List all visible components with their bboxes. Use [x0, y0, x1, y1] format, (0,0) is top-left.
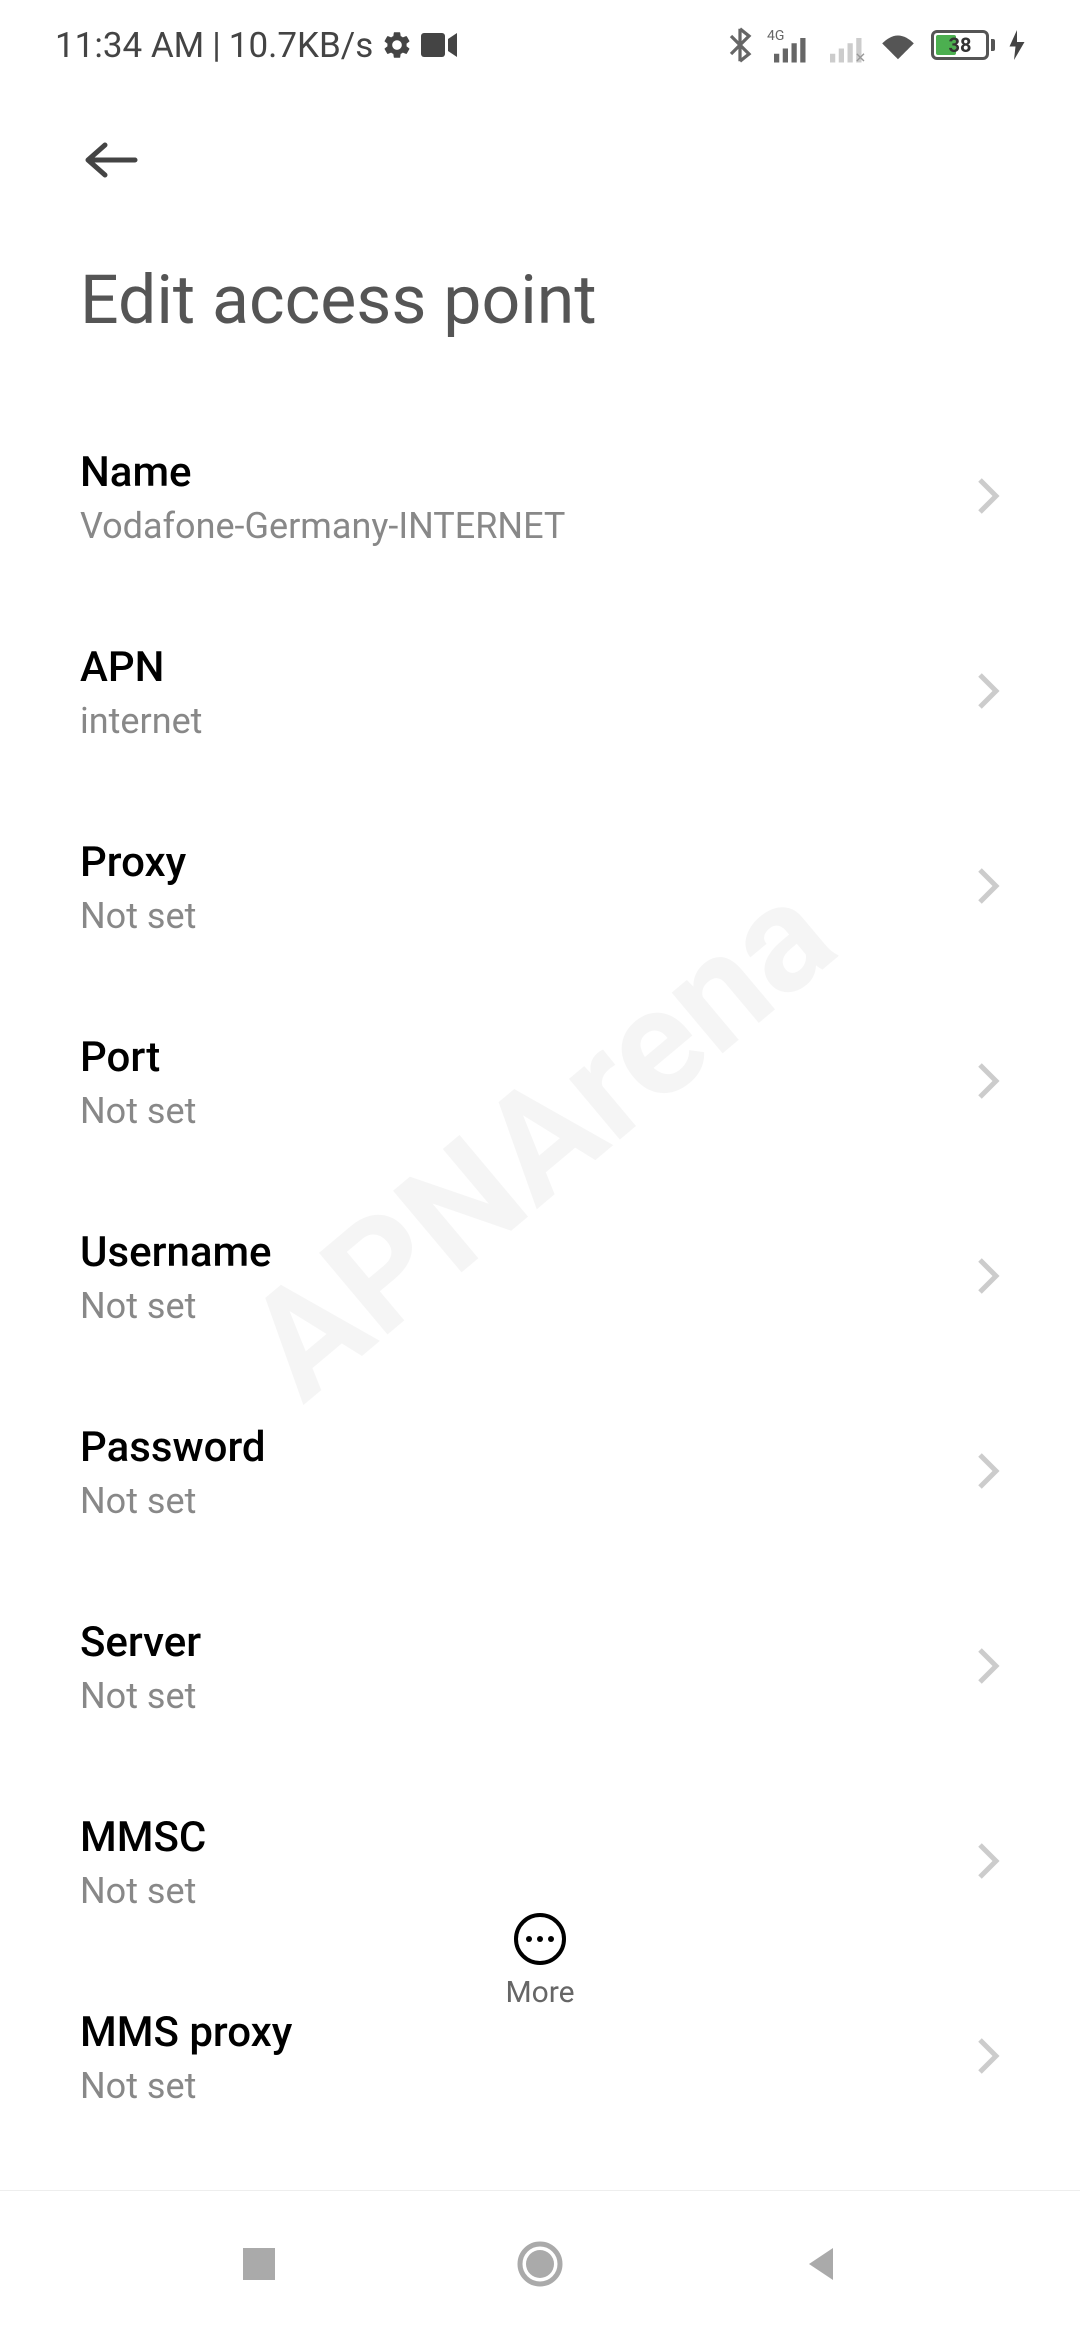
back-button[interactable]: [80, 140, 140, 200]
settings-item-name[interactable]: Name Vodafone-Germany-INTERNET: [80, 400, 1000, 595]
signal-4g-icon: 4G: [767, 27, 809, 63]
battery-percent: 38: [934, 33, 986, 57]
video-camera-icon: [421, 32, 457, 58]
chevron-right-icon: [976, 866, 1000, 910]
settings-item-proxy[interactable]: Proxy Not set: [80, 790, 1000, 985]
settings-item-password[interactable]: Password Not set: [80, 1375, 1000, 1570]
status-separator: |: [212, 25, 221, 66]
settings-value: Not set: [80, 2065, 976, 2107]
settings-label: APN: [80, 643, 976, 692]
more-label: More: [505, 1975, 574, 2010]
settings-label: MMSC: [80, 1813, 976, 1862]
signal-no-sim-icon: ✕: [823, 27, 865, 63]
settings-item-apn[interactable]: APN internet: [80, 595, 1000, 790]
settings-label: MMS proxy: [80, 2008, 976, 2057]
settings-label: Name: [80, 448, 976, 497]
settings-list: Name Vodafone-Germany-INTERNET APN inter…: [0, 400, 1080, 2155]
chevron-right-icon: [976, 1841, 1000, 1885]
chevron-right-icon: [976, 1451, 1000, 1495]
settings-label: Username: [80, 1228, 976, 1277]
settings-value: internet: [80, 700, 976, 742]
nav-back-button[interactable]: [801, 2244, 841, 2288]
header: Edit access point: [0, 90, 1080, 400]
settings-item-server[interactable]: Server Not set: [80, 1570, 1000, 1765]
settings-value: Not set: [80, 1675, 976, 1717]
charging-icon: [1009, 30, 1025, 60]
settings-value: Not set: [80, 895, 976, 937]
chevron-right-icon: [976, 671, 1000, 715]
status-left: 11:34 AM | 10.7KB/s: [55, 25, 457, 66]
settings-label: Server: [80, 1618, 976, 1667]
nav-recent-button[interactable]: [239, 2244, 279, 2288]
chevron-right-icon: [976, 1061, 1000, 1105]
settings-label: Password: [80, 1423, 976, 1472]
more-icon: [514, 1913, 566, 1965]
svg-text:✕: ✕: [855, 51, 866, 64]
status-time: 11:34 AM: [55, 25, 204, 66]
status-data-rate: 10.7KB/s: [229, 25, 374, 66]
bluetooth-icon: [727, 27, 753, 63]
settings-value: Not set: [80, 1285, 976, 1327]
chevron-right-icon: [976, 2036, 1000, 2080]
chevron-right-icon: [976, 476, 1000, 520]
settings-item-username[interactable]: Username Not set: [80, 1180, 1000, 1375]
status-bar: 11:34 AM | 10.7KB/s 4G: [0, 0, 1080, 90]
nav-home-button[interactable]: [516, 2240, 564, 2292]
settings-value: Not set: [80, 1090, 976, 1132]
page-title: Edit access point: [80, 260, 1000, 340]
navigation-bar: [0, 2190, 1080, 2340]
settings-value: Vodafone-Germany-INTERNET: [80, 505, 976, 547]
settings-value: Not set: [80, 1870, 976, 1912]
chevron-right-icon: [976, 1256, 1000, 1300]
settings-gear-icon: [381, 29, 413, 61]
settings-value: Not set: [80, 1480, 976, 1522]
settings-label: Proxy: [80, 838, 976, 887]
bottom-action-bar: More: [0, 1913, 1080, 2010]
more-button[interactable]: More: [505, 1913, 574, 2010]
chevron-right-icon: [976, 1646, 1000, 1690]
wifi-icon: [879, 29, 917, 61]
settings-item-port[interactable]: Port Not set: [80, 985, 1000, 1180]
svg-text:4G: 4G: [767, 28, 784, 44]
settings-label: Port: [80, 1033, 976, 1082]
status-right: 4G ✕ 38: [727, 27, 1025, 63]
battery-indicator: 38: [931, 30, 995, 60]
